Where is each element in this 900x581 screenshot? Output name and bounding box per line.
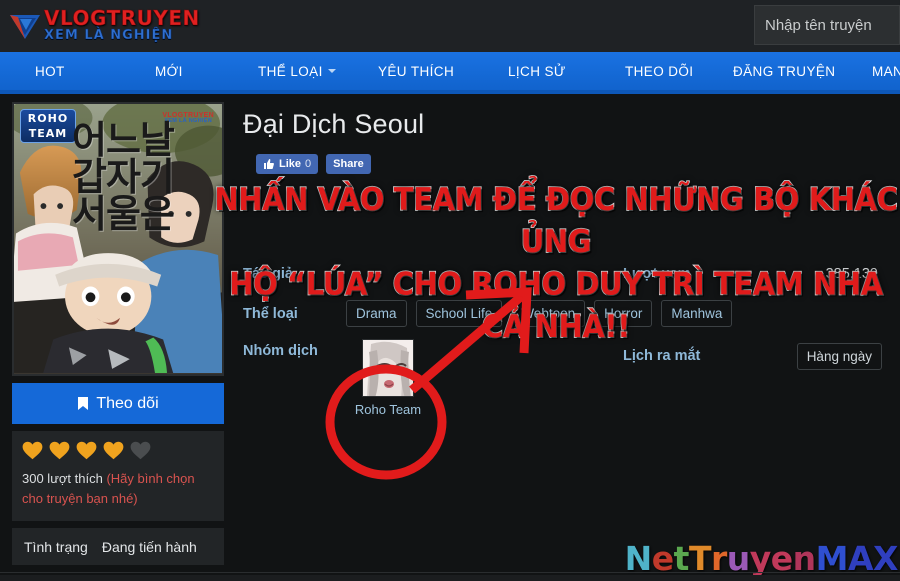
follow-button-label: Theo dõi: [96, 394, 159, 412]
nav-item-theo-dõi[interactable]: THEO DÕI: [625, 52, 693, 90]
facebook-share-button[interactable]: Share: [326, 153, 371, 174]
nav-item-label: ĐĂNG TRUYỆN: [733, 63, 836, 79]
genre-tag-manhwa[interactable]: Manhwa: [661, 300, 733, 328]
team-avatar: [362, 338, 414, 397]
main-content: ROHO TEAM VLOGTRUYEN XEM LÀ NGHIỆN 어느날 갑…: [0, 94, 900, 581]
watermark-letter: N: [624, 539, 653, 578]
follow-button[interactable]: Theo dõi: [12, 383, 224, 424]
page-title: Đại Dịch Seoul: [243, 109, 425, 139]
roho-badge-line1: ROHO: [27, 112, 69, 125]
comic-detail: Đại Dịch Seoul Like 0 Share Tác giả Lượt…: [243, 102, 890, 435]
genre-tag-school-life[interactable]: School Life: [415, 300, 503, 328]
nav-item-thể-loại[interactable]: THỂ LOẠI: [258, 52, 336, 90]
watermark-letter: t: [673, 539, 690, 578]
schedule-label: Lịch ra mắt: [623, 348, 701, 365]
status-value: Đang tiến hành: [101, 538, 197, 555]
footer-divider: [0, 572, 900, 573]
author-label: Tác giả: [243, 265, 293, 282]
schedule-cell: Lịch ra mắt Hàng ngày: [623, 339, 890, 370]
info-row-team-schedule: Nhóm dịch Roho Team Lịch ra mắt Hàng ngà…: [243, 338, 890, 425]
genre-tag-list: Drama School Life Webtoon Horror Manhwa: [346, 300, 741, 328]
site-logo[interactable]: VLOGTRUYEN XEM LÀ NGHIỆN: [8, 4, 200, 48]
thumbs-up-icon: [264, 158, 274, 169]
heart-filled-icon[interactable]: [76, 441, 97, 460]
nav-item-label: HOT: [35, 63, 65, 79]
facebook-like-count: 0: [305, 157, 312, 170]
roho-badge-line2: TEAM: [28, 127, 68, 140]
rating-hearts[interactable]: [22, 441, 214, 460]
status-label: Tình trạng: [24, 538, 88, 555]
watermark-letter: u: [726, 539, 751, 578]
likes-line: 300 lượt thích (Hãy bình chọn cho truyện…: [22, 469, 214, 509]
watermark-letter: n: [792, 539, 817, 578]
watermark-letter: X: [873, 539, 898, 578]
cover-roho-badge: ROHO TEAM: [20, 109, 76, 143]
team-name: Roho Team: [354, 401, 422, 417]
rating-box: 300 lượt thích (Hãy bình chọn cho truyện…: [12, 431, 224, 522]
watermark-letter: A: [848, 539, 874, 578]
info-row-author-views: Tác giả Lượt xem 385,139: [243, 259, 890, 289]
watermark-letter: T: [688, 539, 712, 578]
search-input[interactable]: [755, 6, 899, 44]
nav-item-yêu-thích[interactable]: YÊU THÍCH: [378, 52, 454, 90]
heart-empty-icon[interactable]: [130, 441, 151, 460]
author-cell: Tác giả: [243, 266, 623, 282]
heart-filled-icon[interactable]: [49, 441, 70, 460]
facebook-like-label: Like: [279, 157, 302, 170]
schedule-tag[interactable]: Hàng ngày: [796, 342, 882, 370]
footer-strip: [0, 575, 900, 581]
watermark-letter: y: [749, 539, 772, 578]
translation-team[interactable]: Roho Team: [346, 338, 430, 417]
watermark-letter: e: [770, 539, 793, 578]
heart-filled-icon[interactable]: [22, 441, 43, 460]
nav-item-lịch-sử[interactable]: LỊCH SỬ: [508, 52, 566, 90]
views-label: Lượt xem: [623, 265, 691, 282]
watermark-letter: r: [710, 539, 727, 578]
views-value: 385,139: [825, 265, 878, 282]
views-cell: Lượt xem 385,139: [623, 266, 890, 282]
comic-sidebar: ROHO TEAM VLOGTRUYEN XEM LÀ NGHIỆN 어느날 갑…: [12, 102, 224, 566]
status-box: Tình trạng Đang tiến hành: [12, 528, 224, 566]
nav-item-label: THỂ LOẠI: [258, 63, 323, 79]
heart-filled-icon[interactable]: [103, 441, 124, 460]
comic-cover[interactable]: ROHO TEAM VLOGTRUYEN XEM LÀ NGHIỆN 어느날 갑…: [12, 102, 224, 376]
nav-item-label: MANGA: [872, 63, 900, 79]
page-root: VLOGTRUYEN XEM LÀ NGHIỆN HOT MỚI THỂ LOẠI Y…: [0, 0, 900, 581]
genre-tag-horror[interactable]: Horror: [594, 300, 653, 328]
cover-korean-title: 어느날 갑자기 서울은: [72, 118, 175, 237]
nav-item-manga[interactable]: MANGA: [872, 52, 900, 90]
team-cell: Nhóm dịch Roho Team: [243, 338, 623, 417]
nav-item-hot[interactable]: HOT: [35, 52, 65, 90]
watermark-letter: M: [815, 539, 849, 578]
nav-item-label: THEO DÕI: [625, 63, 694, 79]
site-watermark: NetTruyenMAX: [624, 539, 899, 578]
nav-item-label: MỚI: [155, 63, 183, 79]
main-navigation: HOT MỚI THỂ LOẠI YÊU THÍCH LỊCH SỬ THEO DÕI ĐĂ…: [0, 52, 900, 90]
nav-item-label: YÊU THÍCH: [378, 63, 455, 79]
top-bar: VLOGTRUYEN XEM LÀ NGHIỆN: [0, 0, 900, 52]
likes-count-text: 300 lượt thích: [22, 471, 103, 486]
logo-sub-text: XEM LÀ NGHIỆN: [44, 28, 174, 43]
watermark-letter: e: [651, 539, 674, 578]
search-box[interactable]: [754, 5, 900, 45]
genre-tag-drama[interactable]: Drama: [346, 300, 407, 328]
facebook-share-label: Share: [333, 157, 364, 170]
nav-item-mới[interactable]: MỚI: [155, 52, 183, 90]
nav-item-đăng-truyện[interactable]: ĐĂNG TRUYỆN: [733, 52, 835, 90]
logo-triangle-icon: [8, 9, 42, 43]
nav-item-label: LỊCH SỬ: [508, 63, 566, 79]
chevron-down-icon: [327, 69, 336, 73]
facebook-like-button[interactable]: Like 0: [256, 153, 319, 174]
genre-tag-webtoon[interactable]: Webtoon: [511, 300, 586, 328]
comic-info-grid: Tác giả Lượt xem 385,139 Thể loại Drama S…: [243, 259, 890, 425]
team-label: Nhóm dịch: [243, 342, 318, 359]
social-buttons: Like 0 Share: [256, 153, 890, 174]
team-avatar-image: [363, 339, 413, 396]
info-row-genres: Thể loại Drama School Life Webtoon Horror Ma…: [243, 299, 890, 329]
logo-main-text: VLOGTRUYEN: [44, 6, 200, 30]
genres-label: Thể loại: [243, 305, 298, 322]
bookmark-icon: [78, 397, 89, 410]
